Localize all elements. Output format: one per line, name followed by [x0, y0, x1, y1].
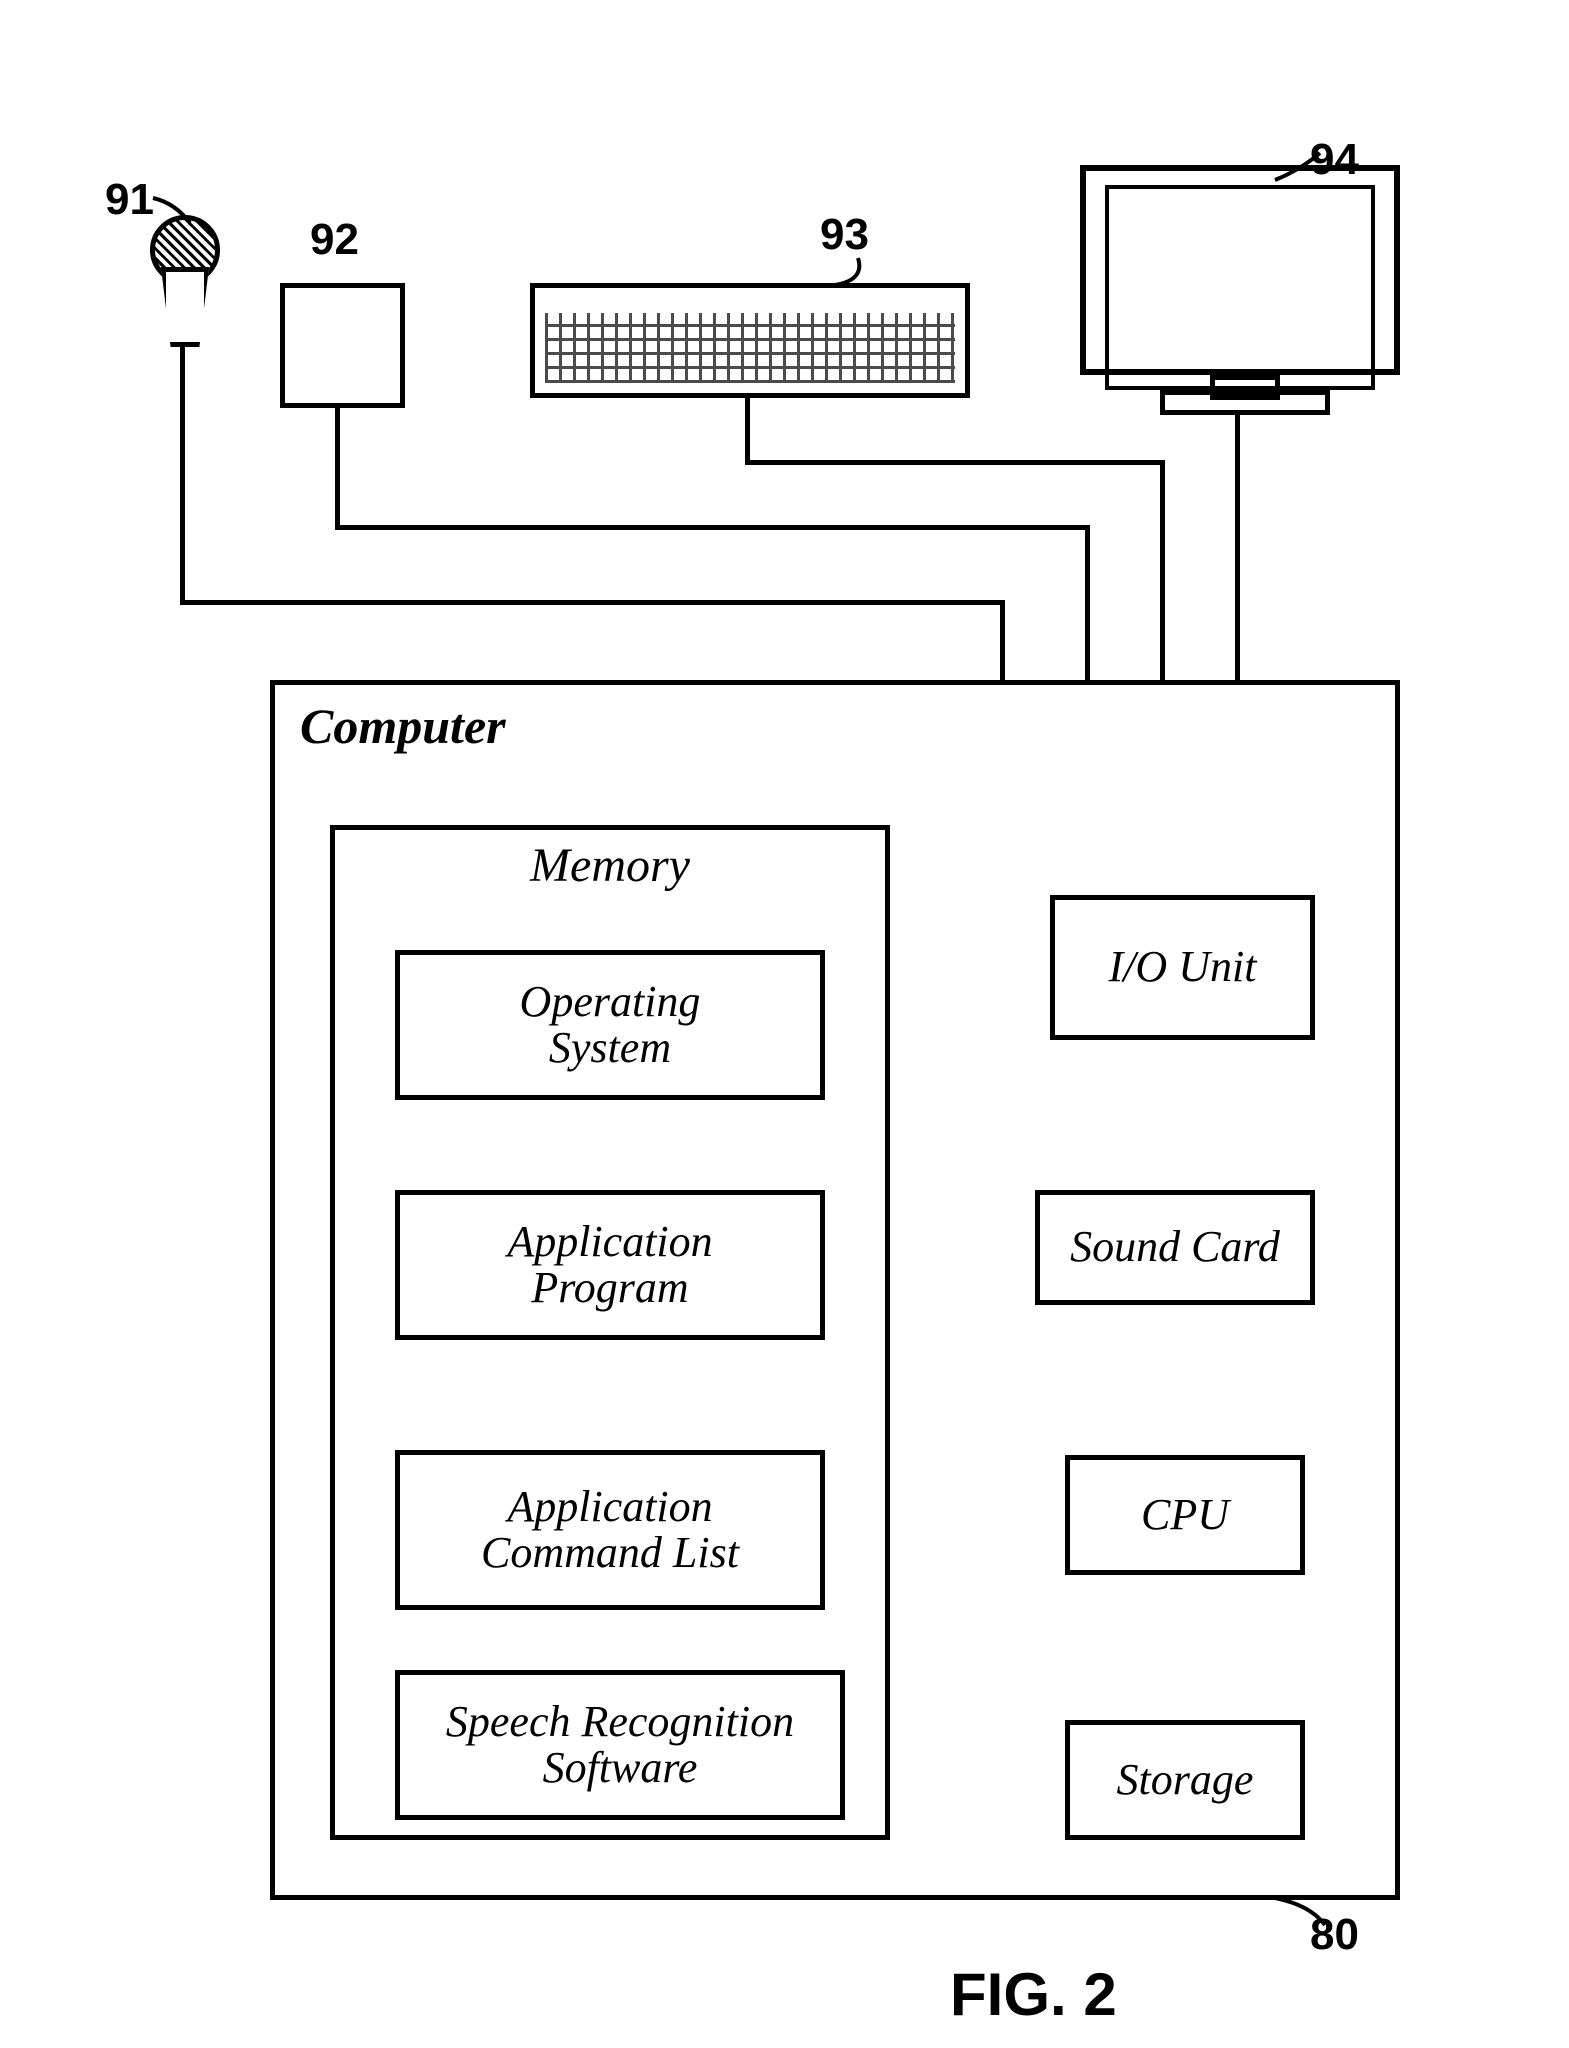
io-unit-block: I/O Unit — [1050, 895, 1315, 1040]
cpu-block: CPU — [1065, 1455, 1305, 1575]
speechrec-block: Speech Recognition Software — [395, 1670, 845, 1820]
speechrec-label-l2: Software — [543, 1745, 698, 1791]
ref-93: 93 — [820, 210, 869, 260]
figure-caption: FIG. 2 — [950, 1960, 1117, 2029]
wire-mic-v — [180, 335, 185, 605]
memory-label: Memory — [335, 838, 885, 893]
keyboard-icon — [530, 283, 970, 398]
mouse-icon — [280, 283, 405, 408]
storage-label: Storage — [1117, 1757, 1254, 1803]
speechrec-label-l1: Speech Recognition — [446, 1699, 794, 1745]
cmdlist-label-l1: Application — [507, 1484, 712, 1530]
io-unit-label: I/O Unit — [1109, 944, 1257, 990]
app-block: Application Program — [395, 1190, 825, 1340]
computer-label: Computer — [300, 697, 506, 755]
cmdlist-label-l2: Command List — [481, 1530, 739, 1576]
diagram-canvas: 91 92 93 94 Computer 80 Memory 84 Operat… — [0, 0, 1569, 2048]
storage-block: Storage — [1065, 1720, 1305, 1840]
wire-kbd-h — [745, 460, 1165, 465]
ref-91: 91 — [105, 175, 154, 225]
sound-card-block: Sound Card — [1035, 1190, 1315, 1305]
app-label-l2: Program — [531, 1265, 688, 1311]
os-block: Operating System — [395, 950, 825, 1100]
ref-80: 80 — [1310, 1910, 1359, 1960]
cpu-label: CPU — [1141, 1492, 1229, 1538]
ref-92: 92 — [310, 215, 359, 265]
ref-94: 94 — [1310, 135, 1359, 185]
sound-card-label: Sound Card — [1070, 1224, 1280, 1270]
cmdlist-block: Application Command List — [395, 1450, 825, 1610]
os-label-l1: Operating — [520, 979, 701, 1025]
wire-mouse-h — [335, 525, 1090, 530]
app-label-l1: Application — [507, 1219, 712, 1265]
wire-mic-h — [180, 600, 1000, 605]
monitor-icon — [1080, 165, 1400, 415]
os-label-l2: System — [549, 1025, 671, 1071]
wire-mouse-v — [335, 400, 340, 530]
